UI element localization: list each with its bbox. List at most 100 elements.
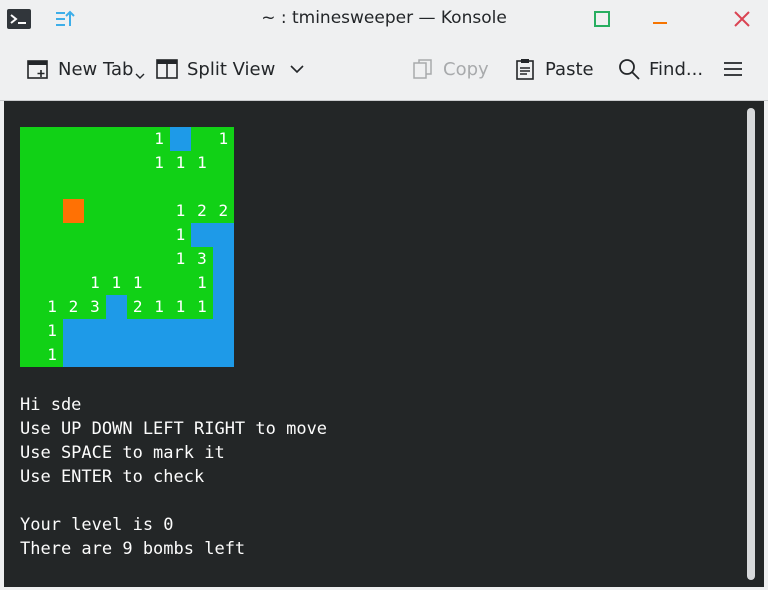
search-icon: [619, 59, 640, 80]
covered-cell: [63, 127, 84, 151]
revealed-cell: [84, 343, 106, 367]
paste-icon: [516, 59, 534, 80]
covered-cell: [20, 199, 41, 223]
covered-cell: [106, 175, 127, 199]
number-cell: 1: [47, 321, 57, 340]
covered-cell: [106, 127, 127, 151]
terminal-line: Use ENTER to check: [20, 467, 205, 487]
revealed-cell: [169, 343, 192, 367]
revealed-cell: [148, 319, 170, 343]
revealed-cell: [212, 319, 234, 343]
title-bar: ~ : tminesweeper — Konsole: [0, 0, 768, 38]
covered-cell: [127, 175, 148, 199]
revealed-cell: [169, 127, 192, 151]
covered-cell: [191, 175, 212, 199]
covered-cell: [41, 151, 62, 175]
maximize-icon[interactable]: [589, 6, 615, 32]
covered-cell: [148, 223, 169, 247]
number-cell: 1: [197, 273, 207, 292]
revealed-cell: [191, 223, 213, 247]
revealed-cell: [212, 271, 234, 295]
revealed-cell: [212, 295, 234, 319]
copy-button[interactable]: Copy: [411, 50, 489, 88]
covered-cell: [63, 151, 84, 175]
chevron-down-icon: [290, 65, 304, 74]
covered-cell: [213, 175, 234, 199]
revealed-cell: [191, 319, 213, 343]
find-button[interactable]: Find...: [617, 50, 703, 88]
number-cell: 1: [47, 297, 57, 316]
covered-cell: [84, 175, 105, 199]
number-cell: 1: [154, 129, 164, 148]
revealed-cell: [105, 295, 127, 319]
covered-cell: [41, 199, 62, 223]
revealed-cell: [212, 343, 234, 367]
new-tab-icon: [27, 60, 48, 79]
covered-cell: [20, 343, 41, 367]
covered-cell: [20, 295, 41, 319]
find-label: Find...: [649, 58, 704, 80]
new-tab-button[interactable]: New Tab: [26, 50, 145, 88]
close-icon[interactable]: [729, 6, 755, 32]
number-cell: 2: [68, 297, 79, 316]
revealed-cell: [127, 343, 149, 367]
number-cell: 2: [132, 297, 143, 316]
number-cell: 1: [175, 225, 186, 244]
terminal-line: Use SPACE to mark it: [20, 443, 225, 463]
covered-cell: [106, 151, 127, 175]
split-view-button[interactable]: Split View: [155, 50, 313, 88]
revealed-cell: [127, 319, 149, 343]
split-view-icon: [156, 59, 178, 79]
covered-cell: [106, 199, 127, 223]
hamburger-menu-button[interactable]: [722, 50, 752, 88]
revealed-cell: [105, 343, 127, 367]
covered-cell: [20, 223, 41, 247]
copy-label: Copy: [443, 58, 489, 80]
minimize-icon[interactable]: [647, 6, 673, 32]
covered-cell: [191, 127, 212, 151]
terminal-line: There are 9 bombs left: [20, 539, 246, 559]
cursor-marker: [62, 199, 85, 223]
covered-cell: [170, 175, 191, 199]
number-cell: 1: [111, 273, 122, 292]
number-cell: 1: [175, 201, 186, 220]
covered-cell: [148, 175, 169, 199]
number-cell: 1: [175, 153, 186, 172]
covered-cell: [84, 151, 105, 175]
revealed-cell: [148, 343, 170, 367]
terminal-output: Hi sde Use UP DOWN LEFT RIGHT to move Use …: [20, 393, 327, 561]
number-cell: 3: [90, 297, 100, 316]
covered-cell: [148, 271, 169, 295]
covered-cell: [84, 247, 105, 271]
number-cell: 1: [154, 297, 164, 316]
minesweeper-board: 111111221131111123211111: [20, 127, 234, 367]
covered-cell: [170, 271, 191, 295]
terminal-line: Your level is 0: [20, 515, 174, 535]
covered-cell: [63, 223, 84, 247]
number-cell: 1: [154, 153, 164, 172]
revealed-cell: [84, 319, 106, 343]
chevron-down-icon: [135, 73, 145, 79]
covered-cell: [41, 175, 62, 199]
covered-cell: [84, 127, 105, 151]
number-cell: 2: [218, 201, 229, 220]
revealed-cell: [212, 223, 234, 247]
covered-cell: [20, 271, 41, 295]
covered-cell: [20, 151, 41, 175]
number-cell: 2: [197, 201, 207, 220]
hamburger-menu-icon: [724, 62, 742, 76]
revealed-cell: [62, 343, 85, 367]
new-tab-label: New Tab: [58, 58, 134, 80]
number-cell: 1: [175, 249, 186, 268]
covered-cell: [41, 127, 62, 151]
number-cell: 1: [218, 129, 229, 148]
number-cell: 1: [47, 345, 57, 364]
copy-icon: [413, 59, 432, 79]
scrollbar[interactable]: [747, 108, 755, 580]
revealed-cell: [105, 319, 127, 343]
paste-label: Paste: [545, 58, 594, 80]
covered-cell: [20, 319, 41, 343]
paste-button[interactable]: Paste: [513, 50, 594, 88]
number-cell: 1: [175, 297, 186, 316]
